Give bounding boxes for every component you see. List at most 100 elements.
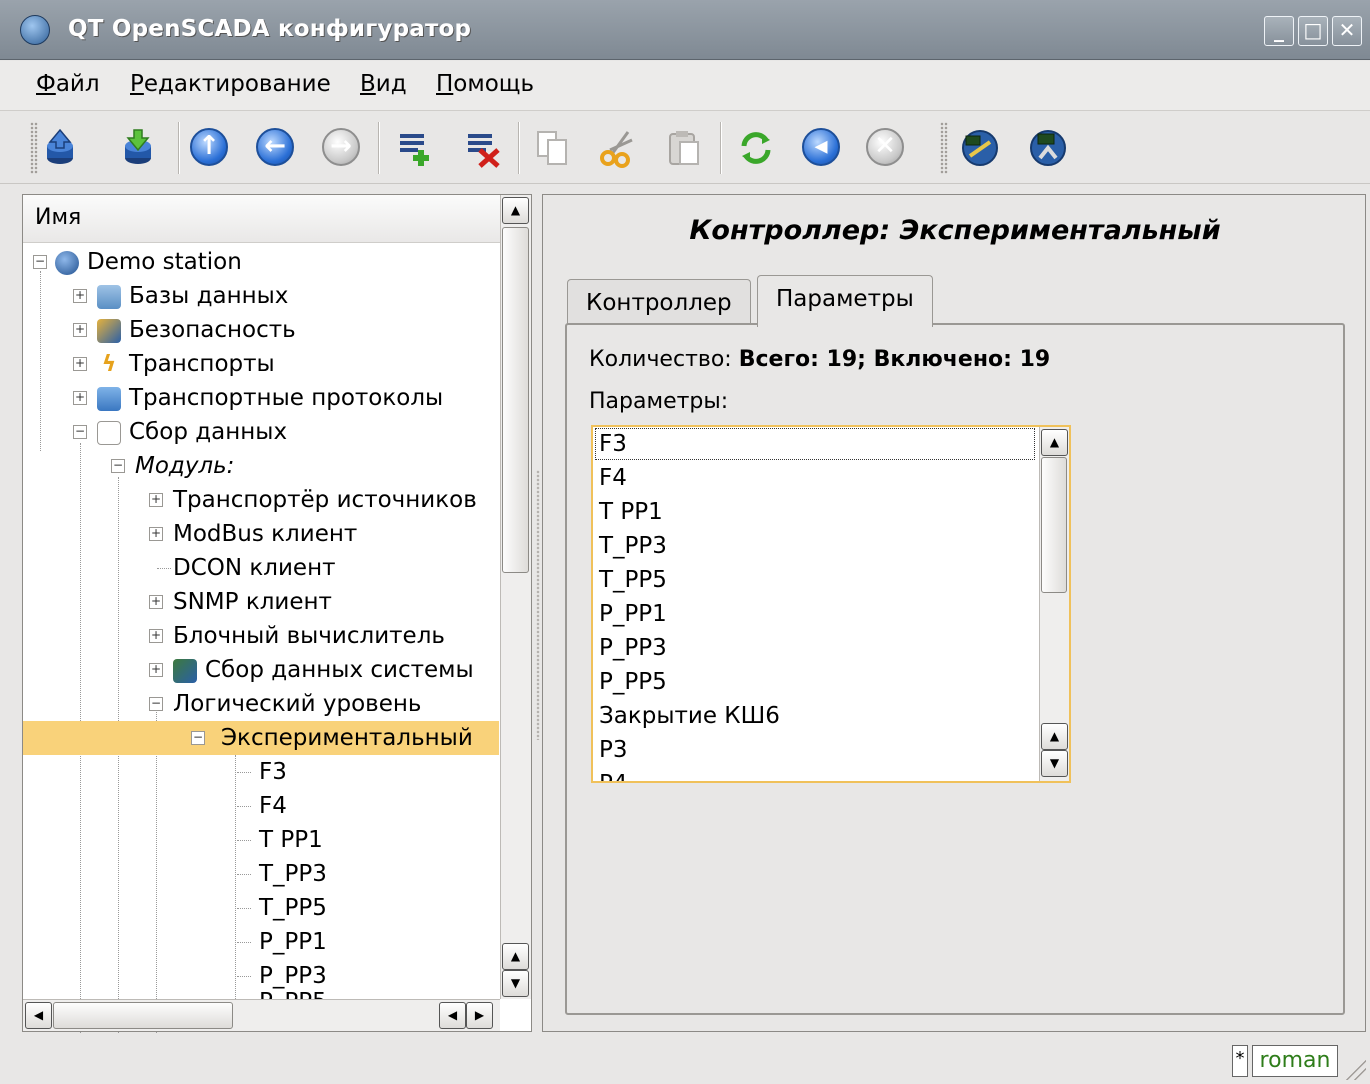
close-button[interactable]: ✕ (1332, 16, 1362, 46)
tree-item-experimental-selected[interactable]: − Экспериментальный (23, 721, 499, 755)
openscada-app-icon[interactable] (20, 15, 50, 45)
connect-icon-graphic (1030, 130, 1066, 166)
tree-item-label: Экспериментальный (221, 725, 473, 751)
lightning-icon: ϟ (101, 351, 117, 377)
expand-toggle[interactable]: + (149, 663, 163, 677)
scroll-down-arrow[interactable]: ▼ (1041, 750, 1068, 777)
list-item[interactable]: P3 (599, 733, 628, 767)
list-item[interactable]: F3 (595, 428, 1035, 460)
list-item[interactable]: Закрытие КШ6 (599, 699, 780, 733)
current-user[interactable]: roman (1252, 1045, 1338, 1077)
forward-arrow-glyph: → (322, 128, 360, 166)
cut-icon-graphic (600, 131, 633, 168)
modified-indicator: * (1232, 1045, 1248, 1077)
expand-toggle[interactable]: + (73, 357, 87, 371)
count-value: Всего: 19; Включено: 19 (738, 347, 1051, 372)
disconnect-icon[interactable] (960, 128, 1000, 168)
tree-column-header[interactable]: Имя (23, 195, 500, 243)
tab-parameters[interactable]: Параметры (757, 275, 933, 327)
tree-vertical-scrollbar[interactable]: ▲ ▲ ▼ (500, 195, 531, 999)
list-item[interactable]: P4 (599, 767, 628, 781)
stop-icon[interactable]: ✕ (866, 128, 906, 168)
expand-toggle[interactable]: + (149, 493, 163, 507)
parameters-list[interactable]: F3 F4 T PP1 T_PP3 T_PP5 P_PP1 P_PP3 P_PP… (591, 425, 1071, 783)
scroll-up-arrow[interactable]: ▲ (1041, 723, 1068, 750)
tree-item-label: ModBus клиент (173, 521, 358, 547)
panel-splitter[interactable] (536, 470, 540, 740)
expand-toggle[interactable]: + (73, 391, 87, 405)
scroll-right-arrow[interactable]: ▶ (466, 1002, 493, 1029)
connect-icon[interactable] (1028, 128, 1068, 168)
scroll-left-arrow[interactable]: ◀ (439, 1002, 466, 1029)
scrollbar-thumb[interactable] (53, 1002, 233, 1029)
toolbar-grip[interactable] (30, 122, 38, 174)
menu-help[interactable]: Помощь (436, 71, 534, 97)
parameters-label: Параметры: (589, 389, 729, 414)
expand-toggle[interactable]: + (149, 595, 163, 609)
scroll-up-arrow[interactable]: ▲ (502, 943, 529, 970)
tree-guide-line (237, 840, 251, 841)
db-load-icon[interactable] (40, 128, 80, 168)
scroll-up-arrow[interactable]: ▲ (1041, 429, 1068, 456)
collapse-toggle[interactable]: − (111, 459, 125, 473)
start-icon[interactable]: ◂ (802, 128, 842, 168)
tree-item-system-data-acquisition[interactable]: + Сбор данных системы (149, 653, 499, 687)
list-item[interactable]: P_PP5 (599, 665, 667, 699)
list-item[interactable]: T_PP3 (599, 529, 667, 563)
refresh-icon[interactable] (736, 128, 776, 168)
minimize-button[interactable]: _ (1264, 16, 1294, 46)
scroll-down-arrow[interactable]: ▼ (502, 970, 529, 997)
toolbar-grip[interactable] (940, 122, 948, 174)
scrollbar-thumb[interactable] (502, 227, 529, 573)
scroll-up-arrow[interactable]: ▲ (502, 197, 529, 224)
list-item[interactable]: F4 (599, 461, 627, 495)
tree-item-label: Логический уровень (173, 691, 422, 717)
expand-toggle[interactable]: + (73, 323, 87, 337)
menu-view[interactable]: Вид (360, 71, 407, 97)
list-item[interactable]: P_PP3 (599, 631, 667, 665)
collapse-toggle[interactable]: − (33, 255, 47, 269)
collapse-toggle[interactable]: − (191, 731, 205, 745)
cut-icon[interactable] (598, 128, 638, 168)
window-titlebar[interactable]: QT OpenSCADA конфигуратор _ □ ✕ (0, 0, 1370, 60)
tree-item-label: Транспорты (129, 351, 275, 377)
menu-edit-label: едактирование (143, 71, 331, 97)
list-item[interactable]: P_PP1 (599, 597, 667, 631)
start-glyph: ◂ (802, 128, 840, 166)
tree-guide-line (156, 707, 157, 1033)
tree-item-label: T_PP3 (259, 861, 327, 887)
navigation-tree[interactable]: Имя − Demo station + Базы данных + Безоп… (22, 194, 532, 1033)
expand-toggle[interactable]: + (73, 289, 87, 303)
stop-glyph: ✕ (866, 128, 904, 166)
status-bar: * roman (0, 1036, 1370, 1084)
back-icon[interactable]: ← (256, 128, 296, 168)
tab-controller[interactable]: Контроллер (567, 279, 751, 325)
collapse-toggle[interactable]: − (149, 697, 163, 711)
maximize-button[interactable]: □ (1298, 16, 1328, 46)
paste-icon[interactable] (664, 128, 704, 168)
add-item-icon[interactable] (394, 128, 434, 168)
db-save-icon[interactable] (118, 128, 158, 168)
menu-file[interactable]: Файл (36, 71, 100, 97)
delete-item-icon[interactable] (462, 128, 502, 168)
expand-toggle[interactable]: + (149, 629, 163, 643)
list-item[interactable]: T_PP5 (599, 563, 667, 597)
list-vertical-scrollbar[interactable]: ▲ ▲ ▼ (1039, 427, 1069, 781)
list-item[interactable]: T PP1 (599, 495, 663, 529)
system-monitor-icon (173, 658, 197, 683)
tree-item-label: Demo station (87, 249, 242, 275)
copy-icon-graphic (537, 131, 567, 165)
up-icon[interactable]: ↑ (190, 128, 230, 168)
content-panel: Контроллер: Экспериментальный Контроллер… (542, 194, 1366, 1032)
tree-guide-line (237, 806, 251, 807)
window-title: QT OpenSCADA конфигуратор (68, 16, 472, 42)
menu-edit[interactable]: Редактирование (130, 71, 331, 97)
tree-horizontal-scrollbar[interactable]: ◀ ◀ ▶ (23, 999, 500, 1031)
resize-grip[interactable] (1346, 1060, 1366, 1080)
copy-icon[interactable] (532, 128, 572, 168)
expand-toggle[interactable]: + (149, 527, 163, 541)
scrollbar-thumb[interactable] (1041, 457, 1067, 593)
forward-icon[interactable]: → (322, 128, 362, 168)
collapse-toggle[interactable]: − (73, 425, 87, 439)
scroll-left-arrow[interactable]: ◀ (25, 1002, 52, 1029)
